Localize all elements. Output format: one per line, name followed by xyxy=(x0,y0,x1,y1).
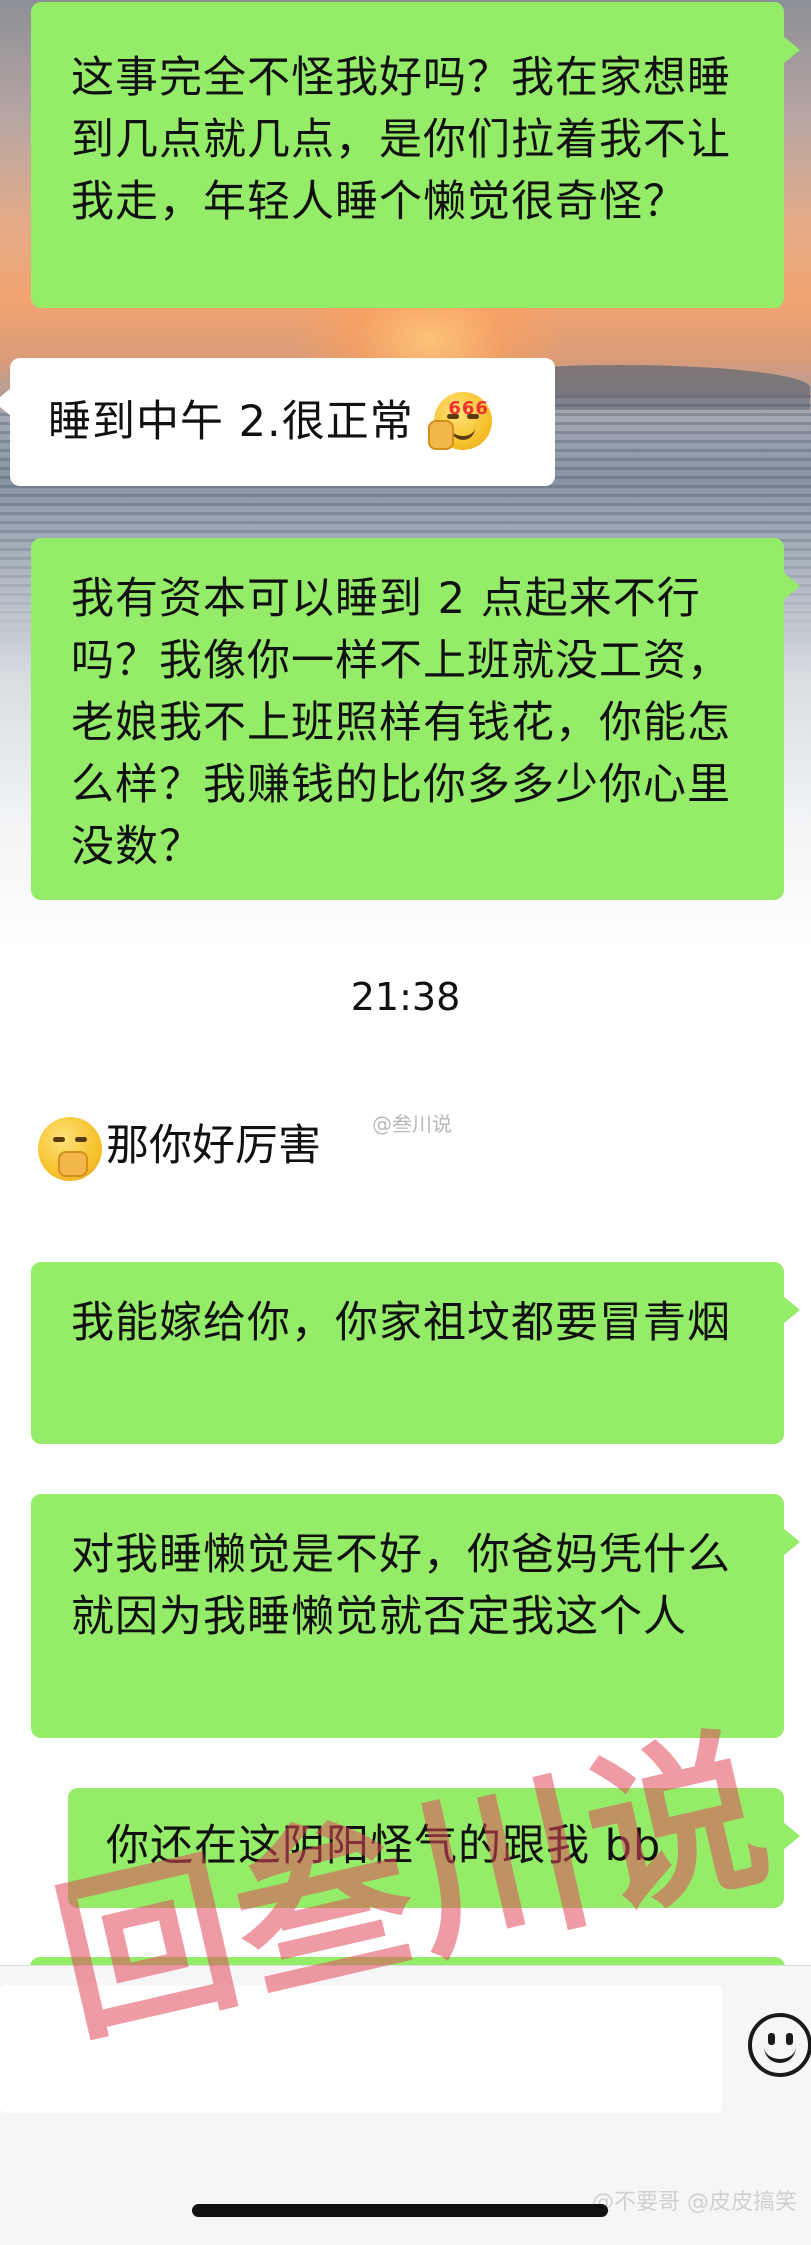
home-indicator[interactable] xyxy=(192,2204,608,2217)
emoji-eye xyxy=(75,1136,87,1142)
emoji-eye xyxy=(467,413,480,419)
bottom-watermark: @不要哥 @皮皮搞笑 xyxy=(592,2190,797,2215)
emoji-hand xyxy=(428,419,455,450)
message-text: 睡到中午 2.很正常 xyxy=(48,397,414,447)
message-text: 这事完全不怪我好吗？我在家想睡到几点就几点，是你们拉着我不让我走，年轻人睡个懒觉… xyxy=(71,53,731,227)
message-text: 我有资本可以睡到 2 点起来不行吗？我像你一样不上班就没工资，老娘我不上班照样有… xyxy=(71,574,731,872)
my-message-bubble[interactable]: 我能嫁给你，你家祖坟都要冒青烟 xyxy=(31,1262,800,1444)
inline-watermark: @叁川说 xyxy=(372,1112,452,1136)
message-text: 对我睡懒觉是不好，你爸妈凭什么就因为我睡懒觉就否定我这个人 xyxy=(71,1530,731,1642)
my-message-bubble[interactable]: 这事完全不怪我好吗？我在家想睡到几点就几点，是你们拉着我不让我走，年轻人睡个懒觉… xyxy=(31,2,800,308)
covering-mouth-emoji xyxy=(38,1116,102,1181)
message-text: 我能嫁给你，你家祖坟都要冒青烟 xyxy=(71,1298,731,1348)
smiley-face-icon[interactable] xyxy=(748,2013,811,2077)
emoji-eye xyxy=(447,413,460,419)
chat-timestamp: 21:38 xyxy=(350,975,461,1019)
smiley-mouth xyxy=(764,2043,796,2063)
emoji-hand xyxy=(58,1150,88,1177)
message-text: 那你好厉害 xyxy=(106,1121,321,1171)
their-message-plain[interactable]: 那你好厉害 xyxy=(38,1115,321,1181)
emoji-eye xyxy=(53,1136,65,1142)
their-message-bubble[interactable]: 睡到中午 2.很正常 666 xyxy=(0,358,555,486)
smug-666-emoji: 666 xyxy=(428,391,493,450)
my-message-bubble[interactable]: 我有资本可以睡到 2 点起来不行吗？我像你一样不上班就没工资，老娘我不上班照样有… xyxy=(31,538,800,900)
